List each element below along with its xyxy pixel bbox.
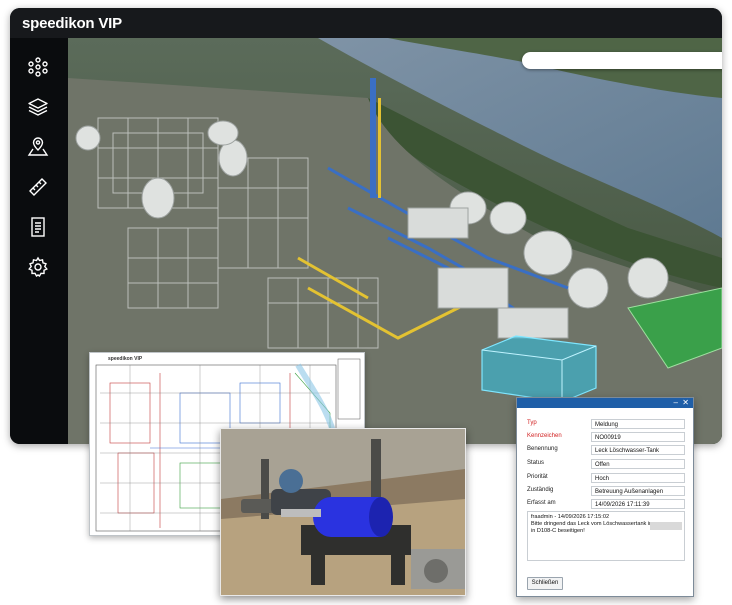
field-row-typ: Typ Meldung xyxy=(527,419,687,430)
field-row-kennzeichen: Kennzeichen NO00919 xyxy=(527,432,687,443)
field-row-benennung: Benennung Leck Löschwasser-Tank xyxy=(527,445,687,456)
id-field[interactable]: NO00919 xyxy=(591,432,685,442)
minimize-icon[interactable]: – xyxy=(674,398,678,407)
title-bar: speedikon VIP xyxy=(10,8,722,38)
sidebar xyxy=(10,38,68,444)
created-date-field[interactable]: 14/09/2026 17:11:39 xyxy=(591,499,685,509)
search-input[interactable] xyxy=(532,53,722,69)
pump-photo[interactable] xyxy=(220,428,466,596)
close-button[interactable]: Schließen xyxy=(527,577,563,590)
field-label: Kennzeichen xyxy=(527,433,562,439)
field-label: Priorität xyxy=(527,474,548,480)
search-bar[interactable] xyxy=(522,52,722,69)
field-label: Typ xyxy=(527,420,537,426)
field-row-erfasst: Erfasst am 14/09/2026 17:11:39 xyxy=(527,499,687,510)
priority-field[interactable]: Hoch xyxy=(591,473,685,483)
dialog-title-bar: – ✕ xyxy=(517,398,693,408)
highlighted-building[interactable] xyxy=(481,335,597,403)
issue-dialog: – ✕ Typ Meldung Kennzeichen NO00919 Bene… xyxy=(516,397,694,597)
gear-icon[interactable] xyxy=(23,252,53,282)
assignee-field[interactable]: Betreuung Außenanlagen xyxy=(591,486,685,496)
status-field[interactable]: Offen xyxy=(591,459,685,469)
field-row-prioritaet: Priorität Hoch xyxy=(527,473,687,484)
field-label: Zuständig xyxy=(527,487,554,493)
network-icon[interactable] xyxy=(23,52,53,82)
comment-textarea[interactable]: fraadmin - 14/09/2026 17:15:02 Bitte dri… xyxy=(527,511,685,561)
layers-icon[interactable] xyxy=(23,92,53,122)
pump-scene xyxy=(221,429,465,595)
name-field[interactable]: Leck Löschwasser-Tank xyxy=(591,445,685,455)
map-pin-icon[interactable] xyxy=(23,132,53,162)
field-label: Erfasst am xyxy=(527,500,556,506)
type-field[interactable]: Meldung xyxy=(591,419,685,429)
comment-line: fraadmin - 14/09/2026 17:15:02 xyxy=(531,514,610,520)
plan-logo: speedikon VIP xyxy=(108,356,143,362)
close-icon[interactable]: ✕ xyxy=(682,398,689,407)
selection-highlight xyxy=(650,522,682,530)
field-row-status: Status Offen xyxy=(527,459,687,470)
document-icon[interactable] xyxy=(23,212,53,242)
field-label: Status xyxy=(527,460,545,466)
field-row-zustaendig: Zuständig Betreuung Außenanlagen xyxy=(527,486,687,497)
field-label: Benennung xyxy=(527,446,558,452)
app-title: speedikon VIP xyxy=(22,15,122,32)
ruler-icon[interactable] xyxy=(23,172,53,202)
